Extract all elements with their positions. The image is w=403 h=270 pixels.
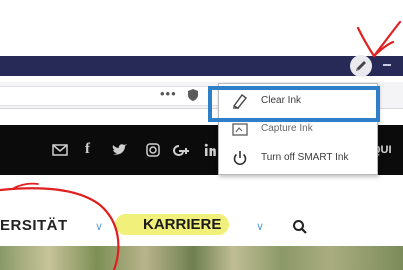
main-navigation: ERSITÄT ∨ KARRIERE ∨	[0, 212, 403, 242]
facebook-icon[interactable]: f	[85, 141, 90, 158]
minimize-button[interactable]	[383, 64, 391, 66]
power-icon	[233, 151, 247, 166]
linkedin-icon[interactable]	[204, 143, 216, 157]
smart-ink-button[interactable]	[350, 55, 372, 77]
search-icon[interactable]	[292, 219, 308, 235]
highlight-box	[208, 86, 380, 122]
ink-arrow-stroke	[372, 20, 402, 58]
ink-small-stroke	[13, 182, 39, 189]
mail-icon[interactable]	[52, 143, 68, 157]
menu-item-turn-off-smart-ink[interactable]: Turn off SMART Ink	[219, 145, 377, 171]
ink-arrow-head	[356, 26, 395, 58]
twitter-icon[interactable]	[112, 143, 128, 157]
capture-icon	[232, 123, 248, 136]
menu-item-label: Capture Ink	[261, 123, 313, 134]
instagram-icon[interactable]	[146, 143, 160, 157]
menu-item-label: Turn off SMART Ink	[261, 152, 349, 163]
google-plus-icon[interactable]	[172, 143, 192, 157]
chevron-down-icon[interactable]: ∨	[95, 220, 103, 233]
nav-item-karriere[interactable]: KARRIERE	[115, 214, 230, 235]
nav-item-universitaet[interactable]: ERSITÄT	[0, 217, 68, 234]
pencil-icon	[356, 61, 366, 71]
browser-title-bar	[0, 56, 403, 76]
more-actions-button[interactable]: •••	[160, 86, 177, 101]
shield-icon[interactable]	[186, 88, 200, 102]
chevron-down-icon[interactable]: ∨	[256, 220, 264, 233]
hero-image	[0, 246, 403, 270]
